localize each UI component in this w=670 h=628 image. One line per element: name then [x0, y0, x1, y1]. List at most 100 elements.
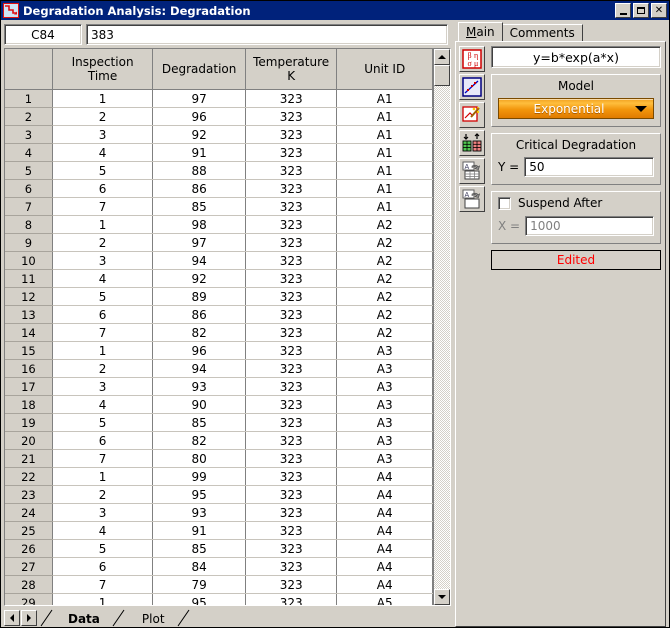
row-header-cell[interactable]: 14: [5, 323, 53, 342]
grid-vertical-scrollbar[interactable]: [433, 49, 450, 605]
cell-unit-id[interactable]: A4: [336, 503, 433, 522]
table-row[interactable]: 3 3 92 323 A1: [5, 125, 433, 144]
cell-temperature[interactable]: 323: [245, 539, 338, 558]
table-row[interactable]: 6 6 86 323 A1: [5, 179, 433, 198]
cell-inspection-time[interactable]: 4: [52, 395, 154, 414]
cell-temperature[interactable]: 323: [245, 89, 338, 108]
close-button[interactable]: ✕: [651, 3, 667, 18]
cell-temperature[interactable]: 323: [245, 557, 338, 576]
row-header-cell[interactable]: 8: [5, 215, 53, 234]
critical-degradation-y-input[interactable]: 50: [524, 157, 654, 177]
table-row[interactable]: 10 3 94 323 A2: [5, 251, 433, 270]
row-header-cell[interactable]: 23: [5, 485, 53, 504]
row-header-cell[interactable]: 26: [5, 539, 53, 558]
row-header-cell[interactable]: 24: [5, 503, 53, 522]
row-header-cell[interactable]: 25: [5, 521, 53, 540]
cell-temperature[interactable]: 323: [245, 593, 338, 605]
cell-inspection-time[interactable]: 4: [52, 521, 154, 540]
cell-temperature[interactable]: 323: [245, 305, 338, 324]
cell-unit-id[interactable]: A2: [336, 215, 433, 234]
cell-unit-id[interactable]: A3: [336, 359, 433, 378]
cell-unit-id[interactable]: A4: [336, 521, 433, 540]
cell-unit-id[interactable]: A1: [336, 179, 433, 198]
grid-corner-header[interactable]: [5, 49, 53, 90]
cell-temperature[interactable]: 323: [245, 467, 338, 486]
cell-unit-id[interactable]: A1: [336, 161, 433, 180]
row-header-cell[interactable]: 11: [5, 269, 53, 288]
table-row[interactable]: 18 4 90 323 A3: [5, 395, 433, 414]
row-header-cell[interactable]: 13: [5, 305, 53, 324]
cell-unit-id[interactable]: A3: [336, 431, 433, 450]
row-header-cell[interactable]: 3: [5, 125, 53, 144]
scrollbar-thumb[interactable]: [434, 65, 450, 86]
cell-unit-id[interactable]: A1: [336, 107, 433, 126]
cell-degradation[interactable]: 97: [152, 89, 246, 108]
cell-inspection-time[interactable]: 4: [52, 143, 154, 162]
cell-unit-id[interactable]: A2: [336, 269, 433, 288]
cell-degradation[interactable]: 82: [152, 323, 246, 342]
cell-unit-id[interactable]: A2: [336, 233, 433, 252]
report-table-icon[interactable]: A: [459, 158, 485, 184]
cell-degradation[interactable]: 95: [152, 485, 246, 504]
minimize-button[interactable]: [615, 3, 631, 18]
table-row[interactable]: 1 1 97 323 A1: [5, 89, 433, 108]
row-header-cell[interactable]: 21: [5, 449, 53, 468]
cell-unit-id[interactable]: A4: [336, 485, 433, 504]
table-row[interactable]: 21 7 80 323 A3: [5, 449, 433, 468]
cell-value-input[interactable]: 383: [86, 24, 448, 45]
transfer-columns-icon[interactable]: [459, 130, 485, 156]
cell-degradation[interactable]: 88: [152, 161, 246, 180]
cell-temperature[interactable]: 323: [245, 251, 338, 270]
cell-degradation[interactable]: 84: [152, 557, 246, 576]
cell-unit-id[interactable]: A2: [336, 251, 433, 270]
cell-inspection-time[interactable]: 1: [52, 89, 154, 108]
cell-unit-id[interactable]: A4: [336, 575, 433, 594]
row-header-cell[interactable]: 7: [5, 197, 53, 216]
cell-temperature[interactable]: 323: [245, 341, 338, 360]
scroll-up-button[interactable]: [434, 49, 450, 65]
cell-degradation[interactable]: 85: [152, 539, 246, 558]
cell-degradation[interactable]: 92: [152, 269, 246, 288]
tab-comments[interactable]: Comments: [501, 24, 583, 41]
scrollbar-track[interactable]: [434, 86, 450, 589]
row-header-cell[interactable]: 29: [5, 593, 53, 605]
cell-degradation[interactable]: 85: [152, 197, 246, 216]
scatter-plot-icon[interactable]: [459, 74, 485, 100]
magic-wand-icon[interactable]: [459, 102, 485, 128]
row-header-cell[interactable]: 5: [5, 161, 53, 180]
cell-inspection-time[interactable]: 1: [52, 341, 154, 360]
cell-temperature[interactable]: 323: [245, 503, 338, 522]
cell-inspection-time[interactable]: 4: [52, 269, 154, 288]
cell-inspection-time[interactable]: 5: [52, 539, 154, 558]
cell-inspection-time[interactable]: 5: [52, 413, 154, 432]
cell-unit-id[interactable]: A2: [336, 287, 433, 306]
cell-temperature[interactable]: 323: [245, 485, 338, 504]
table-row[interactable]: 20 6 82 323 A3: [5, 431, 433, 450]
row-header-cell[interactable]: 16: [5, 359, 53, 378]
model-select[interactable]: Exponential: [498, 98, 654, 119]
table-row[interactable]: 8 1 98 323 A2: [5, 215, 433, 234]
column-header-degradation[interactable]: Degradation: [152, 49, 246, 90]
cell-degradation[interactable]: 96: [152, 341, 246, 360]
cell-inspection-time[interactable]: 7: [52, 449, 154, 468]
cell-inspection-time[interactable]: 6: [52, 179, 154, 198]
cell-temperature[interactable]: 323: [245, 575, 338, 594]
cell-degradation[interactable]: 98: [152, 215, 246, 234]
cell-unit-id[interactable]: A4: [336, 557, 433, 576]
cell-degradation[interactable]: 96: [152, 107, 246, 126]
row-header-cell[interactable]: 19: [5, 413, 53, 432]
table-row[interactable]: 15 1 96 323 A3: [5, 341, 433, 360]
cell-degradation[interactable]: 80: [152, 449, 246, 468]
table-row[interactable]: 26 5 85 323 A4: [5, 539, 433, 558]
cell-unit-id[interactable]: A2: [336, 305, 433, 324]
cell-inspection-time[interactable]: 3: [52, 377, 154, 396]
cell-degradation[interactable]: 86: [152, 305, 246, 324]
cell-temperature[interactable]: 323: [245, 269, 338, 288]
cell-temperature[interactable]: 323: [245, 323, 338, 342]
sheet-next-button[interactable]: [21, 610, 37, 626]
row-header-cell[interactable]: 12: [5, 287, 53, 306]
table-row[interactable]: 2 2 96 323 A1: [5, 107, 433, 126]
cell-temperature[interactable]: 323: [245, 431, 338, 450]
row-header-cell[interactable]: 6: [5, 179, 53, 198]
table-row[interactable]: 14 7 82 323 A2: [5, 323, 433, 342]
